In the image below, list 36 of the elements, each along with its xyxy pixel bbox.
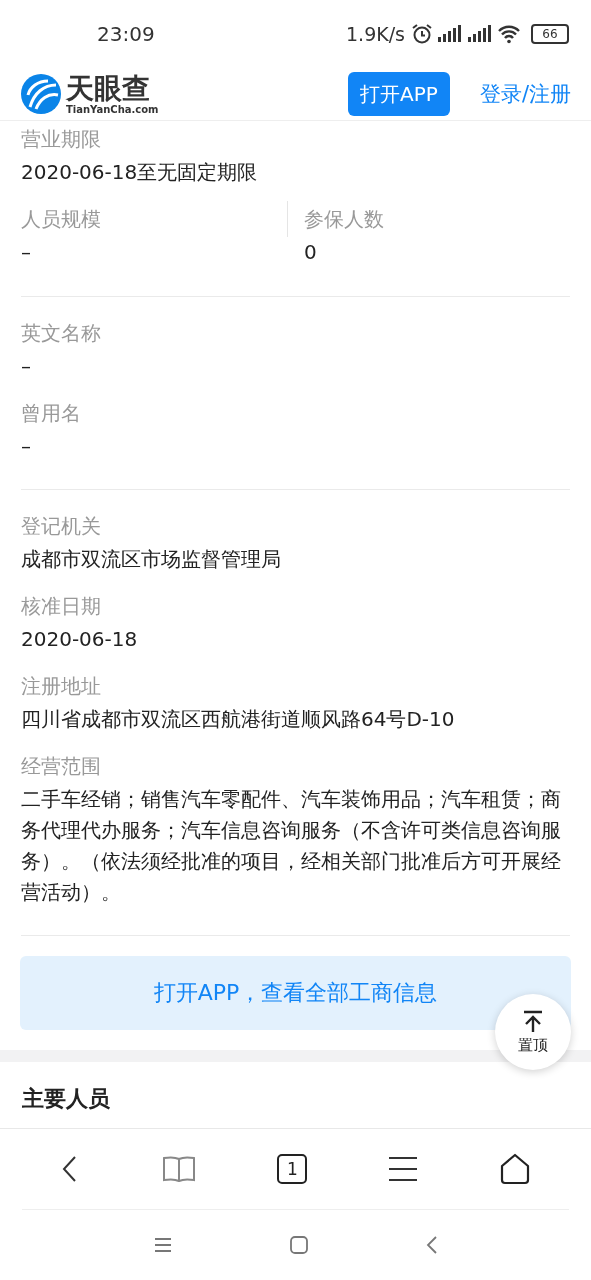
field-label: 参保人数 [304, 206, 385, 233]
field-value: – [21, 239, 32, 266]
signal-icon [437, 24, 463, 44]
field-value: – [21, 433, 32, 460]
book-icon[interactable] [160, 1154, 197, 1184]
field-value: 成都市双流区市场监督管理局 [21, 546, 282, 573]
tabs-button[interactable]: 1 [277, 1154, 308, 1184]
field-label: 营业期限 [21, 126, 102, 153]
field-value: 2020-06-18 [21, 626, 139, 653]
signal-icon [467, 24, 493, 44]
menu-icon[interactable] [388, 1156, 419, 1182]
field-value: 0 [304, 239, 318, 266]
open-app-banner[interactable]: 打开APP，查看全部工商信息 [20, 956, 571, 1030]
logo-domain: TianYanCha.com [66, 103, 159, 115]
logo-text: 天眼查 [66, 73, 151, 104]
field-value: 四川省成都市双流区西航港街道顺风路64号D-10 [21, 706, 456, 733]
status-time: 23:09 [97, 22, 155, 46]
field-label: 登记机关 [21, 513, 102, 540]
alarm-icon [411, 23, 433, 45]
field-label: 经营范围 [21, 753, 102, 780]
field-label: 注册地址 [21, 673, 102, 700]
logo-icon [20, 73, 62, 115]
field-value: – [21, 353, 32, 380]
field-label: 核准日期 [21, 593, 102, 620]
field-label: 人员规模 [21, 206, 102, 233]
home-icon[interactable] [498, 1153, 531, 1185]
login-link[interactable]: 登录/注册 [479, 80, 571, 108]
field-label: 曾用名 [21, 400, 82, 427]
field-label: 英文名称 [21, 320, 102, 347]
battery-icon: 66 [531, 24, 569, 44]
field-value: 二手车经销；销售汽车零配件、汽车装饰用品；汽车租赁；商务代理代办服务；汽车信息咨询服务（不含许可类信息咨询服务）。（依法须经批准的项目，经相关部门批准后方可开展经营活动）。 [21, 786, 562, 906]
open-app-button[interactable]: 打开APP [348, 72, 450, 116]
network-speed: 1.9K/s [346, 23, 405, 45]
field-value: 2020-06-18至无固定期限 [21, 159, 259, 186]
wifi-icon [497, 24, 521, 44]
arrow-up-icon [521, 1009, 545, 1034]
